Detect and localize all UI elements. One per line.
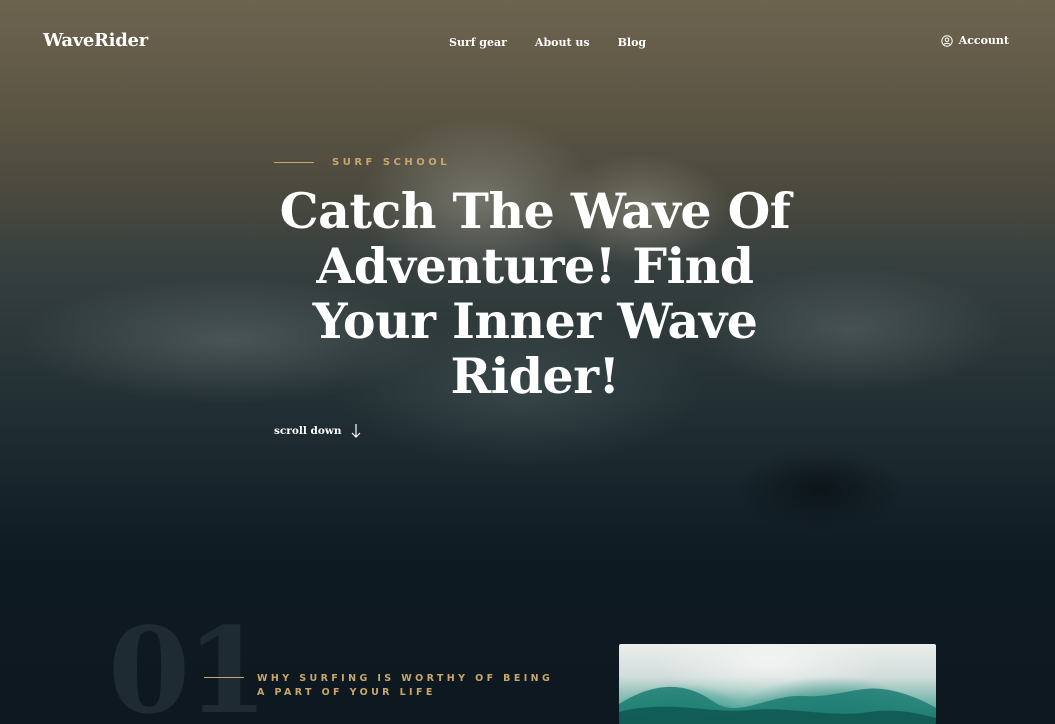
section-title: WHY SURFING IS WORTHY OF BEING A PART OF… xyxy=(257,673,554,698)
wave-photo xyxy=(619,644,936,724)
eyebrow-text: SURF SCHOOL xyxy=(332,157,451,168)
main-nav: Surf gear About us Blog xyxy=(449,36,646,49)
section-number: 01 xyxy=(108,601,268,724)
section-divider xyxy=(204,677,244,678)
nav-item-blog[interactable]: Blog xyxy=(618,36,647,49)
user-circle-icon xyxy=(940,34,953,47)
page: WaveRider Surf gear About us Blog Accoun… xyxy=(0,0,1055,724)
scroll-down-link[interactable]: scroll down xyxy=(274,423,362,439)
nav-item-about-us[interactable]: About us xyxy=(535,36,590,49)
hero-headline: Catch The Wave Of Adventure! Find Your I… xyxy=(279,182,791,405)
wave-shape xyxy=(619,686,936,724)
nav-item-surf-gear[interactable]: Surf gear xyxy=(449,36,507,49)
logo[interactable]: WaveRider xyxy=(43,30,148,51)
account-link[interactable]: Account xyxy=(940,34,1009,47)
scroll-down-label: scroll down xyxy=(274,425,342,437)
hero-eyebrow: SURF SCHOOL xyxy=(274,157,450,168)
eyebrow-divider xyxy=(274,162,314,163)
site-header: WaveRider Surf gear About us Blog Accoun… xyxy=(0,0,1055,84)
arrow-down-icon xyxy=(351,424,360,438)
account-label: Account xyxy=(958,34,1009,47)
